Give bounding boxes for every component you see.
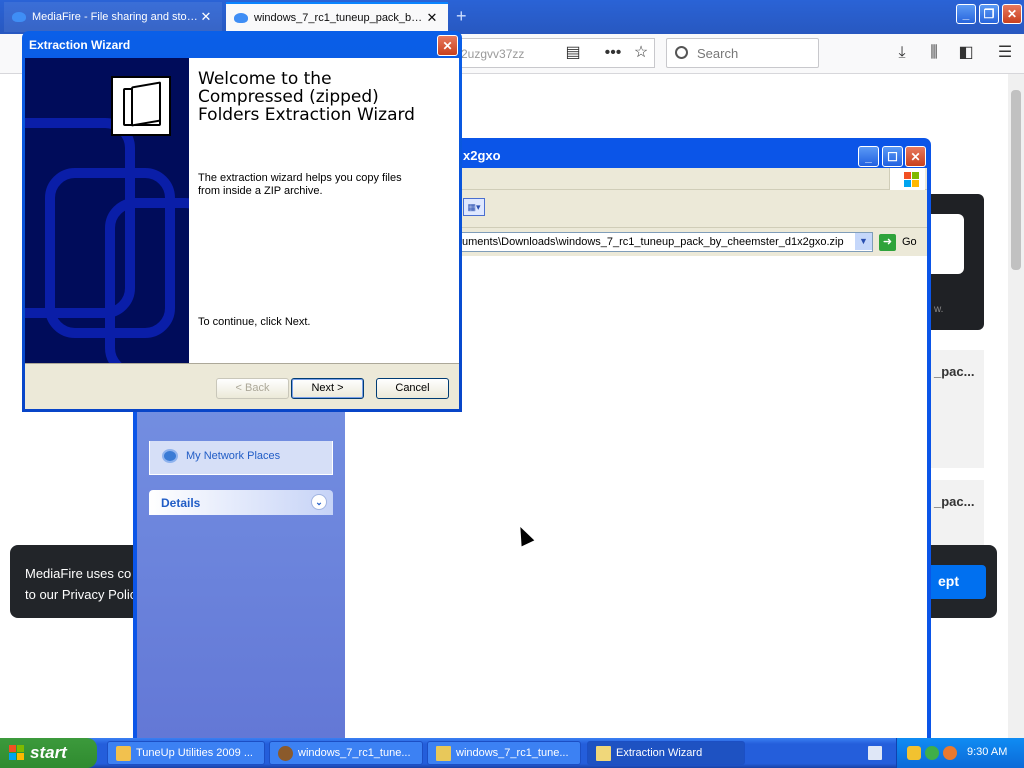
taskbar-item-browser[interactable]: windows_7_rc1_tune... <box>269 741 423 765</box>
wizard-heading: Welcome to the Compressed (zipped) Folde… <box>198 69 415 125</box>
other-places-panel: My Network Places <box>149 441 333 475</box>
tab-windows-7-rc1[interactable]: windows_7_rc1_tuneup_pack_by_cheemster_d… <box>226 2 448 32</box>
close-tab-icon[interactable]: ✕ <box>198 9 214 25</box>
task-label: Extraction Wizard <box>616 747 703 759</box>
wizard-banner-image <box>25 58 189 363</box>
search-input[interactable]: Search <box>666 38 819 68</box>
tab-mediafire[interactable]: MediaFire - File sharing and storage ✕ <box>4 2 222 32</box>
keyboard-icon[interactable] <box>868 746 882 760</box>
browser-icon <box>278 746 293 761</box>
new-tab-button[interactable]: + <box>456 6 467 27</box>
sidebar-icon[interactable]: ◧ <box>955 42 977 64</box>
cookie-text-line: to our Privacy Polic <box>25 587 135 602</box>
taskbar-item-extraction-wizard[interactable]: Extraction Wizard <box>587 741 745 765</box>
folder-icon <box>596 746 611 761</box>
bookmark-star-icon[interactable]: ☆ <box>630 42 652 64</box>
close-tab-icon[interactable]: ✕ <box>424 10 440 26</box>
mediafire-icon <box>12 12 26 22</box>
extraction-wizard-dialog: Extraction Wizard ✕ Welcome to the Compr… <box>22 31 462 412</box>
task-label: windows_7_rc1_tune... <box>298 747 411 759</box>
taskbar: start TuneUp Utilities 2009 ... windows_… <box>0 738 1024 768</box>
explorer-title: x2gxo <box>463 148 501 163</box>
taskbar-item-zip-folder[interactable]: windows_7_rc1_tune... <box>427 741 581 765</box>
clock: 9:30 AM <box>967 746 1008 758</box>
taskbar-item-tuneup[interactable]: TuneUp Utilities 2009 ... <box>107 741 265 765</box>
details-panel-header[interactable]: Details ⌄ <box>149 490 333 515</box>
tab-label: MediaFire - File sharing and storage <box>32 11 198 23</box>
cookie-text-line: MediaFire uses co <box>25 566 132 581</box>
zip-folders-icon <box>111 76 171 136</box>
go-label: Go <box>902 236 917 248</box>
wizard-description: The extraction wizard helps you copy fil… <box>198 172 402 197</box>
system-tray: 9:30 AM <box>896 738 1024 768</box>
minimize-button[interactable]: _ <box>956 4 976 24</box>
cookie-text: MediaFire uses co to our Privacy Polic <box>25 563 135 605</box>
windows-logo-icon <box>889 168 925 190</box>
accept-button[interactable]: ept <box>930 565 986 599</box>
task-label: TuneUp Utilities 2009 ... <box>136 747 253 759</box>
library-icon[interactable]: ⫼ <box>923 42 945 64</box>
page-dark-card: w. <box>930 194 984 330</box>
wizard-content: Welcome to the Compressed (zipped) Folde… <box>189 58 459 363</box>
search-icon[interactable] <box>943 746 957 760</box>
tuneup-icon <box>116 746 131 761</box>
wizard-continue-text: To continue, click Next. <box>198 316 311 328</box>
details-label: Details <box>161 496 201 510</box>
expand-chevron-icon[interactable]: ⌄ <box>311 494 327 510</box>
security-shield-icon[interactable] <box>907 746 921 760</box>
chevron-down-icon[interactable]: ▼ <box>855 233 872 250</box>
search-placeholder: Search <box>697 46 739 61</box>
windows-logo-icon <box>9 745 25 761</box>
page-file-card-label: _pac... <box>934 494 975 509</box>
reader-view-icon[interactable]: ▤ <box>562 42 584 64</box>
places-item-label: My Network Places <box>186 450 281 462</box>
go-button[interactable]: ➜ Go <box>879 232 925 252</box>
page-actions-icon[interactable]: ••• <box>602 42 624 64</box>
start-label: start <box>30 743 67 762</box>
views-icon[interactable]: ▦▾ <box>463 198 485 216</box>
url-text: 2uzgvv37zz <box>461 47 525 61</box>
close-window-button[interactable]: ✕ <box>1002 4 1022 24</box>
start-button[interactable]: start <box>0 738 97 768</box>
page-scrollbar-thumb[interactable] <box>1011 90 1021 270</box>
wizard-separator <box>25 363 459 364</box>
task-label: windows_7_rc1_tune... <box>456 747 569 759</box>
tab-label: windows_7_rc1_tuneup_pack_by_cheemster_d… <box>254 12 424 24</box>
page-file-card-label: _pac... <box>934 364 975 379</box>
zip-folder-icon <box>436 746 451 761</box>
page-card-text: w. <box>934 304 944 315</box>
go-arrow-icon: ➜ <box>879 233 896 251</box>
browser-tab-bar: MediaFire - File sharing and storage ✕ w… <box>0 0 1024 34</box>
wizard-close-button[interactable]: ✕ <box>437 35 458 56</box>
back-button[interactable]: < Back <box>216 378 289 399</box>
wizard-body: Welcome to the Compressed (zipped) Folde… <box>25 58 459 409</box>
explorer-minimize-button[interactable]: _ <box>858 146 879 167</box>
restore-button[interactable]: ❐ <box>979 4 999 24</box>
cancel-button[interactable]: Cancel <box>376 378 449 399</box>
address-input[interactable]: uments\Downloads\windows_7_rc1_tuneup_pa… <box>457 232 873 252</box>
mediafire-icon <box>234 13 248 23</box>
search-icon <box>675 46 688 59</box>
explorer-close-button[interactable]: ✕ <box>905 146 926 167</box>
page-file-card[interactable]: _pac... <box>930 350 984 468</box>
menu-icon[interactable]: ☰ <box>994 42 1016 64</box>
network-places-icon <box>162 449 178 463</box>
url-bar[interactable]: 2uzgvv37zz <box>455 38 655 68</box>
network-icon[interactable] <box>925 746 939 760</box>
wizard-title: Extraction Wizard <box>29 38 131 52</box>
explorer-maximize-button[interactable]: ☐ <box>882 146 903 167</box>
page-card-image <box>930 214 964 274</box>
downloads-icon[interactable]: ⤓ <box>891 42 913 64</box>
next-button[interactable]: Next > <box>291 378 364 399</box>
my-network-places-link[interactable]: My Network Places <box>162 449 280 463</box>
